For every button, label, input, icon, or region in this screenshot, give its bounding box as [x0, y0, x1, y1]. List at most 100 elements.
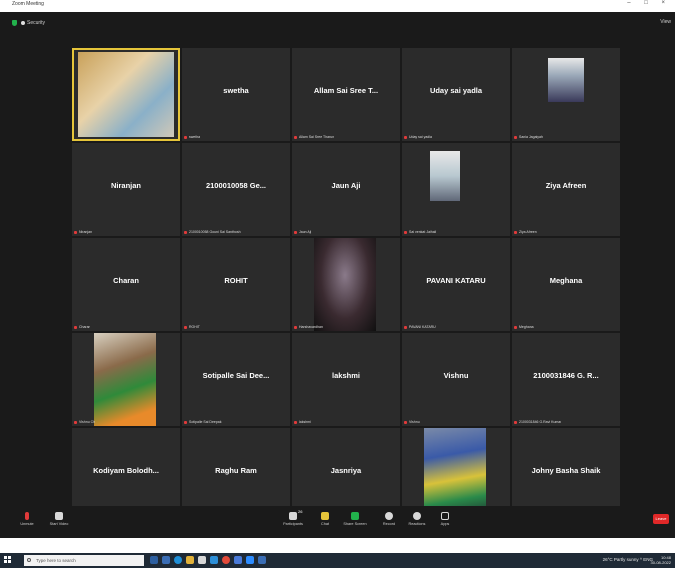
file-explorer-icon[interactable]	[186, 556, 194, 564]
app-taskbar-icon[interactable]	[258, 556, 266, 564]
widgets-icon[interactable]	[162, 556, 170, 564]
participant-name-tag: Charan	[74, 325, 90, 329]
share-screen-button[interactable]: Share Screen	[340, 508, 370, 526]
chrome-icon[interactable]	[222, 556, 230, 564]
participant-tag-text: Uday sai yadla	[409, 135, 432, 139]
participant-tag-text: Ziya Afreen	[519, 230, 537, 234]
mic-muted-icon	[74, 325, 77, 329]
participant-name-tag: lakshmi	[294, 420, 311, 424]
teams-icon[interactable]	[234, 556, 242, 564]
participant-tile[interactable]: Niranjan Niranjan	[72, 143, 180, 236]
participant-video	[94, 333, 156, 426]
participant-tile[interactable]: Charan Charan	[72, 238, 180, 331]
participant-tile[interactable]: 2100010058 Ge... 2100010058 Gouni Sai San…	[182, 143, 290, 236]
participant-display-name: Jaun Aji	[331, 181, 361, 190]
clock-date: 30-08-2022	[650, 560, 671, 565]
participant-display-name: Sotipalle Sai Dee...	[202, 371, 270, 380]
participant-tile[interactable]	[72, 48, 180, 141]
zoom-taskbar-icon[interactable]	[246, 556, 254, 564]
leave-button[interactable]: Leave	[653, 514, 669, 524]
shield-icon[interactable]	[12, 20, 17, 26]
participant-tile[interactable]: Ziya Afreen Ziya Afreen	[512, 143, 620, 236]
mic-muted-icon	[74, 420, 77, 424]
participant-display-name: lakshmi	[332, 371, 360, 380]
participant-tile[interactable]: Vishnu Vishnu	[402, 333, 510, 426]
window-title: Zoom Meeting	[12, 1, 44, 7]
taskbar-search-input[interactable]: Type here to search	[24, 555, 144, 566]
search-placeholder: Type here to search	[36, 558, 76, 563]
record-label: Record	[382, 522, 396, 526]
mic-off-icon	[25, 512, 29, 520]
participant-tile[interactable]: Allam Sai Sree T... Allam Sai Sree Tharun	[292, 48, 400, 141]
participant-display-name: Allam Sai Sree T...	[313, 86, 379, 95]
video-label: Start Video	[49, 522, 69, 526]
window-titlebar: Zoom Meeting – □ ×	[0, 0, 675, 12]
participants-button[interactable]: Participants	[278, 508, 308, 526]
participant-name-tag: swetha	[184, 135, 200, 139]
participant-name-tag: Sai venkat Jaihali	[404, 230, 436, 234]
record-button[interactable]: Record	[374, 508, 404, 526]
share-label: Share Screen	[343, 522, 367, 526]
mic-muted-icon	[184, 230, 187, 234]
participant-tag-text: Sai venkat Jaihali	[409, 230, 437, 234]
mic-muted-icon	[184, 135, 187, 139]
zoom-app: Security View swetha swetha Allam Sai Sree…	[0, 12, 675, 538]
participant-tile[interactable]: Uday sai yadla Uday sai yadla	[402, 48, 510, 141]
participant-display-name: Vishnu	[443, 371, 469, 380]
participant-tile[interactable]: Meghana Meghana	[512, 238, 620, 331]
mic-muted-icon	[184, 420, 187, 424]
mic-muted-icon	[514, 325, 517, 329]
participant-tag-text: Sania Jagaiyah	[519, 135, 543, 139]
participant-tile[interactable]: Sotipalle Sai Dee... Sotipalle Sai Deepak	[182, 333, 290, 426]
security-dot-icon	[21, 21, 25, 25]
windows-start-icon[interactable]	[4, 556, 12, 564]
participant-tag-text: lakshmi	[299, 420, 311, 424]
participant-tag-text: ROHIT	[189, 325, 200, 329]
participant-name-tag: ROHIT	[184, 325, 200, 329]
participant-display-name: 2100031846 G. R...	[533, 371, 599, 380]
mic-muted-icon	[514, 135, 517, 139]
mic-muted-icon	[184, 325, 187, 329]
participant-tile[interactable]: ROHIT ROHIT	[182, 238, 290, 331]
reactions-label: Reactions	[408, 522, 426, 526]
mic-muted-icon	[74, 230, 77, 234]
participant-tag-text: 2100010058 Gouni Sai Santhosh	[189, 230, 241, 234]
apps-button[interactable]: Apps	[430, 508, 460, 526]
share-screen-icon	[351, 512, 359, 520]
taskbar-clock[interactable]: 10:48 30-08-2022	[651, 555, 671, 565]
view-button[interactable]: View	[660, 19, 671, 25]
video-button[interactable]: Start Video	[44, 508, 74, 526]
system-tray[interactable]: 26°C Partly sunny ^ ENG	[603, 557, 653, 562]
participant-tile[interactable]: swetha swetha	[182, 48, 290, 141]
mic-muted-icon	[294, 135, 297, 139]
chat-button[interactable]: Chat	[310, 508, 340, 526]
participant-display-name: 2100010058 Ge...	[205, 181, 267, 190]
mute-button[interactable]: Unmute	[12, 508, 42, 526]
reactions-button[interactable]: Reactions	[402, 508, 432, 526]
participant-tile[interactable]: 2100031846 G. R... 2100031846 G.Ravi Kuma…	[512, 333, 620, 426]
participant-tile[interactable]: Harshavardhan	[292, 238, 400, 331]
participant-tag-text: PAVANI KATARU	[409, 325, 436, 329]
participant-tile[interactable]: PAVANI KATARU PAVANI KATARU	[402, 238, 510, 331]
participant-tile[interactable]: Jaun Aji Jaun Aji	[292, 143, 400, 236]
participant-name-tag: 2100031846 G.Ravi Kumar	[514, 420, 561, 424]
participant-tag-text: Jaun Aji	[299, 230, 312, 234]
chat-icon	[321, 512, 329, 520]
participant-name-tag: Jaun Aji	[294, 230, 311, 234]
participant-tile[interactable]: Sai venkat Jaihali	[402, 143, 510, 236]
mic-muted-icon	[514, 420, 517, 424]
participant-video	[430, 151, 460, 201]
security-label[interactable]: Security	[27, 20, 45, 26]
participant-tile[interactable]: Sania Jagaiyah	[512, 48, 620, 141]
participant-display-name: Jasnriya	[330, 466, 362, 475]
window-controls[interactable]: – □ ×	[627, 0, 671, 6]
store-icon[interactable]	[198, 556, 206, 564]
participant-tile[interactable]: Vishnu Ch	[72, 333, 180, 426]
task-view-icon[interactable]	[150, 556, 158, 564]
edge-browser-icon[interactable]	[174, 556, 182, 564]
participant-tag-text: Allam Sai Sree Tharun	[299, 135, 335, 139]
participant-display-name: swetha	[223, 86, 249, 95]
participant-tile[interactable]: lakshmi lakshmi	[292, 333, 400, 426]
mail-icon[interactable]	[210, 556, 218, 564]
participant-display-name: Uday sai yadla	[429, 86, 483, 95]
